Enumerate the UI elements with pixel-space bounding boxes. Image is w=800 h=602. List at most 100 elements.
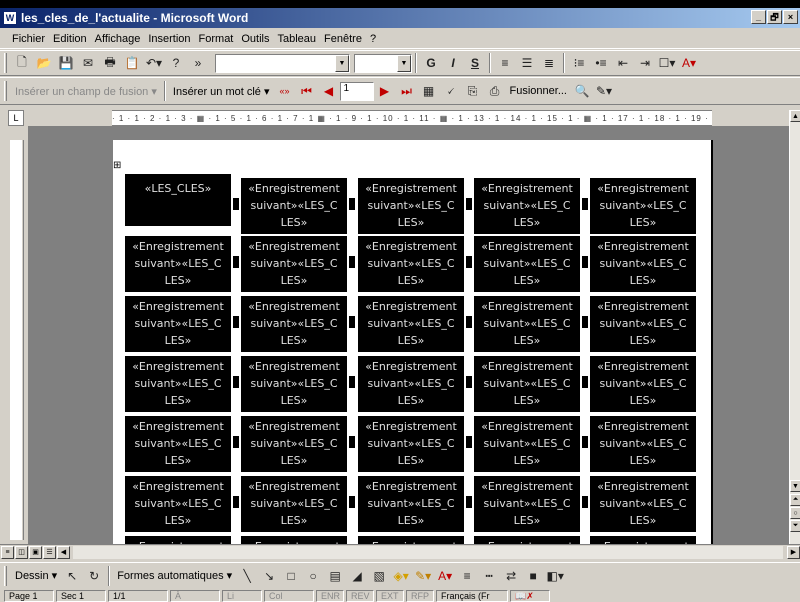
bold-button[interactable]: G (420, 53, 442, 73)
dropdown-arrow-icon[interactable]: ▼ (397, 54, 411, 72)
check-errors-icon[interactable]: 🗸 (440, 81, 462, 101)
label-cell[interactable]: «Enregistrement suivant»«LES_C LES» (474, 178, 580, 234)
toolbar-grip[interactable] (4, 53, 7, 73)
merge-to-printer-icon[interactable]: ⎙ (484, 81, 506, 101)
minimize-button[interactable]: _ (751, 10, 766, 24)
horizontal-ruler[interactable]: · 1 · 1 · 2 · 1 · 3 · ▦ · 1 · 5 · 1 · 6 … (112, 110, 712, 126)
arrow-style-icon[interactable]: ⇄ (500, 566, 522, 586)
open-folder-icon[interactable]: 📂 (33, 53, 55, 73)
clipart-icon[interactable]: ▧ (368, 566, 390, 586)
previous-record-icon[interactable]: ◀ (318, 81, 340, 101)
status-rec[interactable]: ENR (316, 590, 344, 602)
vertical-ruler[interactable] (8, 140, 24, 540)
label-cell[interactable]: «Enregistrement suivant»«LES_C LES» (474, 236, 580, 292)
label-cell[interactable]: «Enregistrement suivant»«LES_C LES» (125, 296, 231, 352)
print-icon[interactable]: 🖶 (99, 53, 121, 73)
label-cell[interactable]: «Enregistrement suivant»«LES_C LES» (358, 416, 464, 472)
first-record-icon[interactable]: ⏮ (296, 81, 318, 101)
autoshapes-button[interactable]: Formes automatiques ▾ (113, 569, 236, 582)
arrow-icon[interactable]: ↘ (258, 566, 280, 586)
label-cell[interactable]: «Enregistrement suivant»«LES_C LES» (241, 356, 347, 412)
label-cell[interactable]: «Enregistrement (241, 536, 347, 544)
spelling-status-icon[interactable]: 📖✗ (510, 590, 550, 602)
label-cell[interactable]: «Enregistrement suivant»«LES_C LES» (241, 416, 347, 472)
find-record-icon[interactable]: 🔍 (571, 81, 593, 101)
scroll-up-icon[interactable]: ▲ (790, 110, 800, 122)
wordart-icon[interactable]: ◢ (346, 566, 368, 586)
normal-view-icon[interactable]: ≡ (1, 545, 14, 559)
mail-merge-helper-icon[interactable]: ▦ (418, 81, 440, 101)
italic-button[interactable]: I (442, 53, 464, 73)
label-cell[interactable]: «Enregistrement suivant»«LES_C LES» (358, 178, 464, 234)
web-view-icon[interactable]: ◫ (15, 545, 28, 559)
rectangle-icon[interactable]: □ (280, 566, 302, 586)
undo-icon[interactable]: ↶▾ (143, 53, 165, 73)
line-color-icon[interactable]: ✎▾ (412, 566, 434, 586)
label-cell[interactable]: «Enregistrement suivant»«LES_C LES» (474, 416, 580, 472)
table-move-handle-icon[interactable]: ⊞ (113, 160, 121, 171)
tab-selector[interactable]: L (8, 110, 24, 126)
fill-color-icon[interactable]: ◈▾ (390, 566, 412, 586)
label-cell[interactable]: «Enregistrement suivant»«LES_C LES» (590, 236, 696, 292)
toolbar-grip[interactable] (4, 565, 7, 586)
restore-button[interactable]: 🗗 (767, 10, 782, 24)
borders-icon[interactable]: ☐▾ (656, 53, 678, 73)
style-combo[interactable]: ▼ (215, 53, 350, 73)
label-cell[interactable]: «Enregistrement suivant»«LES_C LES» (474, 296, 580, 352)
status-language[interactable]: Français (Fr (436, 590, 508, 602)
select-objects-icon[interactable]: ↖ (61, 566, 83, 586)
menu-tableau[interactable]: Tableau (274, 33, 321, 45)
label-cell[interactable]: «Enregistrement suivant»«LES_C LES» (358, 296, 464, 352)
free-rotate-icon[interactable]: ↻ (83, 566, 105, 586)
label-cell[interactable]: «Enregistrement (474, 536, 580, 544)
oval-icon[interactable]: ○ (302, 566, 324, 586)
draw-menu-button[interactable]: Dessin ▾ (11, 569, 61, 582)
insert-word-button[interactable]: Insérer un mot clé ▾ (169, 85, 274, 98)
outline-view-icon[interactable]: ☰ (43, 545, 56, 559)
menu-fenetre[interactable]: Fenêtre (320, 33, 366, 45)
label-cell[interactable]: «Enregistrement suivant»«LES_C LES» (241, 236, 347, 292)
label-cell[interactable]: «Enregistrement suivant»«LES_C LES» (590, 476, 696, 532)
menu-affichage[interactable]: Affichage (91, 33, 145, 45)
dash-style-icon[interactable]: ┅ (478, 566, 500, 586)
menu-help[interactable]: ? (366, 33, 380, 45)
label-cell[interactable]: «Enregistrement suivant»«LES_C LES» (590, 178, 696, 234)
document-area[interactable]: ⊞ «LES_CLES» «Enregistrement suivant»«LES… (28, 126, 789, 544)
label-cell[interactable]: «Enregistrement suivant»«LES_C LES» (590, 416, 696, 472)
label-cell[interactable]: «Enregistrement suivant»«LES_C LES» (125, 356, 231, 412)
scroll-down-icon[interactable]: ▼ (790, 480, 800, 492)
label-cell[interactable]: «Enregistrement suivant»«LES_C LES» (241, 178, 347, 234)
email-icon[interactable]: ✉ (77, 53, 99, 73)
menu-outils[interactable]: Outils (237, 33, 273, 45)
help-icon[interactable]: ? (165, 53, 187, 73)
status-ext[interactable]: EXT (376, 590, 404, 602)
align-right-icon[interactable]: ≣ (538, 53, 560, 73)
page-view-icon[interactable]: ▣ (29, 545, 42, 559)
more-buttons-icon[interactable]: » (187, 53, 209, 73)
menu-insertion[interactable]: Insertion (144, 33, 194, 45)
toolbar-grip[interactable] (4, 81, 7, 101)
label-cell[interactable]: «Enregistrement (125, 536, 231, 544)
label-cell[interactable]: «Enregistrement suivant»«LES_C LES» (590, 296, 696, 352)
status-ovr[interactable]: RFP (406, 590, 434, 602)
bullets-icon[interactable]: •≡ (590, 53, 612, 73)
label-cell[interactable]: «Enregistrement suivant»«LES_C LES» (590, 356, 696, 412)
previous-page-icon[interactable]: ⏶ (790, 494, 800, 506)
new-document-icon[interactable]: 🗋 (11, 53, 33, 73)
browse-object-icon[interactable]: ○ (790, 507, 800, 519)
vertical-scrollbar[interactable]: ▲ ▼ ⏶ ○ ⏷ (789, 110, 800, 544)
document-page[interactable]: ⊞ «LES_CLES» «Enregistrement suivant»«LES… (113, 140, 713, 544)
label-cell[interactable]: «Enregistrement suivant»«LES_C LES» (125, 416, 231, 472)
scroll-right-icon[interactable]: ▶ (787, 545, 800, 559)
view-merged-data-icon[interactable]: «» (274, 81, 296, 101)
label-cell[interactable]: «LES_CLES» (125, 174, 231, 226)
last-record-icon[interactable]: ⏭ (396, 81, 418, 101)
3d-icon[interactable]: ◧▾ (544, 566, 566, 586)
close-button[interactable]: × (783, 10, 798, 24)
label-cell[interactable]: «Enregistrement suivant»«LES_C LES» (125, 236, 231, 292)
align-left-icon[interactable]: ≡ (494, 53, 516, 73)
label-cell[interactable]: «Enregistrement (590, 536, 696, 544)
merge-button[interactable]: Fusionner... (506, 85, 571, 97)
insert-merge-field-button[interactable]: Insérer un champ de fusion ▾ (11, 85, 161, 98)
merge-to-document-icon[interactable]: ⎘ (462, 81, 484, 101)
